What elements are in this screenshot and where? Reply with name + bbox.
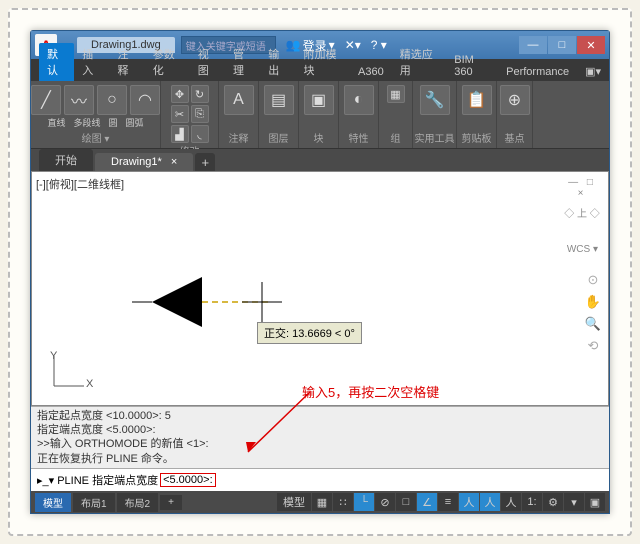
clipboard-icon[interactable]: 📋 <box>462 85 492 115</box>
add-layout-button[interactable]: + <box>160 495 182 510</box>
command-history: 指定起点宽度 <10.0000>: 5 指定端点宽度 <5.0000>: >>输… <box>31 406 609 468</box>
layout2-tab[interactable]: 布局2 <box>117 493 159 512</box>
circle-tool-icon[interactable]: ○ <box>97 85 127 115</box>
ortho-toggle[interactable]: └ <box>354 493 374 511</box>
ribbon-tab-default[interactable]: 默认 <box>39 43 74 81</box>
minimize-button[interactable]: — <box>519 36 547 54</box>
grid-toggle[interactable]: ▦ <box>312 493 332 511</box>
layer-panel-label: 图层 <box>269 130 289 146</box>
workspace-icon[interactable]: ⚙ <box>543 493 563 511</box>
cmd-highlighted: <5.0000>: <box>160 473 216 487</box>
dynamic-input[interactable]: 人 <box>459 493 479 511</box>
line-tool-icon[interactable]: ╱ <box>31 85 61 115</box>
otrack-toggle[interactable]: ∠ <box>417 493 437 511</box>
polyline-tool-icon[interactable]: 〰 <box>64 85 94 115</box>
ribbon-tab-addins[interactable]: 附加模块 <box>295 43 350 81</box>
group-icon[interactable]: ▦ <box>387 85 405 103</box>
status-model[interactable]: 模型 <box>277 493 311 511</box>
drawing-tab-1[interactable]: Drawing1* × <box>95 153 193 171</box>
draw-panel-label[interactable]: 绘图 ▾ <box>82 130 110 146</box>
cmd-line-3: >>输入 ORTHOMODE 的新值 <1>: <box>37 437 603 451</box>
trim-icon[interactable]: ✂ <box>171 105 189 123</box>
quick-props[interactable]: 人 <box>480 493 500 511</box>
utilities-icon[interactable]: 🔧 <box>420 85 450 115</box>
mirror-icon[interactable]: ▟ <box>171 125 189 143</box>
rotate-icon[interactable]: ↻ <box>191 85 209 103</box>
basepoint-icon[interactable]: ⊕ <box>500 85 530 115</box>
annot-panel-label: 注释 <box>229 130 249 146</box>
ribbon-tab-view[interactable]: 视图 <box>190 43 225 81</box>
block-icon[interactable]: ▣ <box>304 85 334 115</box>
cmd-line-4: 正在恢复执行 PLINE 命令。 <box>37 452 603 466</box>
block-panel-label: 块 <box>314 130 324 146</box>
move-icon[interactable]: ✥ <box>171 85 189 103</box>
selection-cycling[interactable]: 人 <box>501 493 521 511</box>
command-input[interactable]: ▸_▾ PLINE 指定端点宽度<5.0000>: <box>31 468 609 491</box>
ribbon-tab-manage[interactable]: 管理 <box>225 43 260 81</box>
ucs-icon: Y X <box>46 352 88 397</box>
properties-icon[interactable]: ◐ <box>344 85 374 115</box>
cmd-line-1: 指定起点宽度 <10.0000>: 5 <box>37 409 603 423</box>
annotation-scale[interactable]: ▾ <box>564 493 584 511</box>
fillet-icon[interactable]: ◟ <box>191 125 209 143</box>
clip-panel-label: 剪贴板 <box>462 130 492 146</box>
pan-icon[interactable]: ✋ <box>585 294 601 310</box>
ribbon-tabs: 默认 插入 注释 参数化 视图 管理 输出 附加模块 A360 精选应用 BIM… <box>31 59 609 81</box>
new-tab-button[interactable]: + <box>195 153 215 171</box>
util-panel-label: 实用工具 <box>415 130 455 146</box>
viewcube[interactable]: — □ × ◇ 上 ◇ <box>562 176 602 221</box>
lineweight-toggle[interactable]: ≡ <box>438 493 458 511</box>
zoom-icon[interactable]: 🔍 <box>585 316 601 332</box>
close-button[interactable]: ✕ <box>577 36 605 54</box>
ribbon-tab-insert[interactable]: 插入 <box>74 43 109 81</box>
polar-tooltip: 正交: 13.6669 < 0° <box>257 322 362 344</box>
prop-panel-label: 特性 <box>349 130 369 146</box>
osnap-toggle[interactable]: □ <box>396 493 416 511</box>
model-tab[interactable]: 模型 <box>35 493 71 512</box>
orbit-icon[interactable]: ⟲ <box>588 338 599 354</box>
ribbon-tab-annotate[interactable]: 注释 <box>110 43 145 81</box>
navigation-bar: ⊙ ✋ 🔍 ⟲ <box>584 272 602 354</box>
maximize-button[interactable]: □ <box>548 36 576 54</box>
base-panel-label: 基点 <box>505 130 525 146</box>
arc-tool-icon[interactable]: ◠ <box>130 85 160 115</box>
annotation-text: 输入5，再按二次空格键 <box>302 382 439 401</box>
snap-toggle[interactable]: ∷ <box>333 493 353 511</box>
layout1-tab[interactable]: 布局1 <box>73 493 115 512</box>
group-panel-label: 组 <box>391 130 401 146</box>
close-tab-icon[interactable]: × <box>171 156 177 168</box>
ribbon-tab-more[interactable]: ▣▾ <box>577 62 609 81</box>
ribbon-tab-output[interactable]: 输出 <box>260 43 295 81</box>
steering-wheel-icon[interactable]: ⊙ <box>588 272 599 288</box>
ribbon-tab-featured[interactable]: 精选应用 <box>392 43 447 81</box>
text-icon[interactable]: A <box>224 85 254 115</box>
drawing-tab-start[interactable]: 开始 <box>39 149 93 171</box>
cmd-line-2: 指定端点宽度 <5.0000>: <box>37 423 603 437</box>
scale-icon[interactable]: 1: <box>522 493 542 511</box>
help-icon[interactable]: ? ▾ <box>371 38 387 52</box>
ribbon-tab-bim360[interactable]: BIM 360 <box>446 51 498 81</box>
copy-icon[interactable]: ⎘ <box>191 105 209 123</box>
ribbon-tab-a360[interactable]: A360 <box>350 63 392 81</box>
viewport-label[interactable]: [-][俯视][二维线框] <box>36 176 124 192</box>
wcs-dropdown[interactable]: WCS ▾ <box>567 244 598 255</box>
clean-screen[interactable]: ▣ <box>585 493 605 511</box>
ribbon-tab-param[interactable]: 参数化 <box>145 43 190 81</box>
polar-toggle[interactable]: ⊘ <box>375 493 395 511</box>
drawing-canvas[interactable]: [-][俯视][二维线框] — □ × ◇ 上 ◇ WCS ▾ ⊙ ✋ 🔍 ⟲ … <box>31 171 609 406</box>
layer-icon[interactable]: ▤ <box>264 85 294 115</box>
ribbon-tab-performance[interactable]: Performance <box>498 63 577 81</box>
